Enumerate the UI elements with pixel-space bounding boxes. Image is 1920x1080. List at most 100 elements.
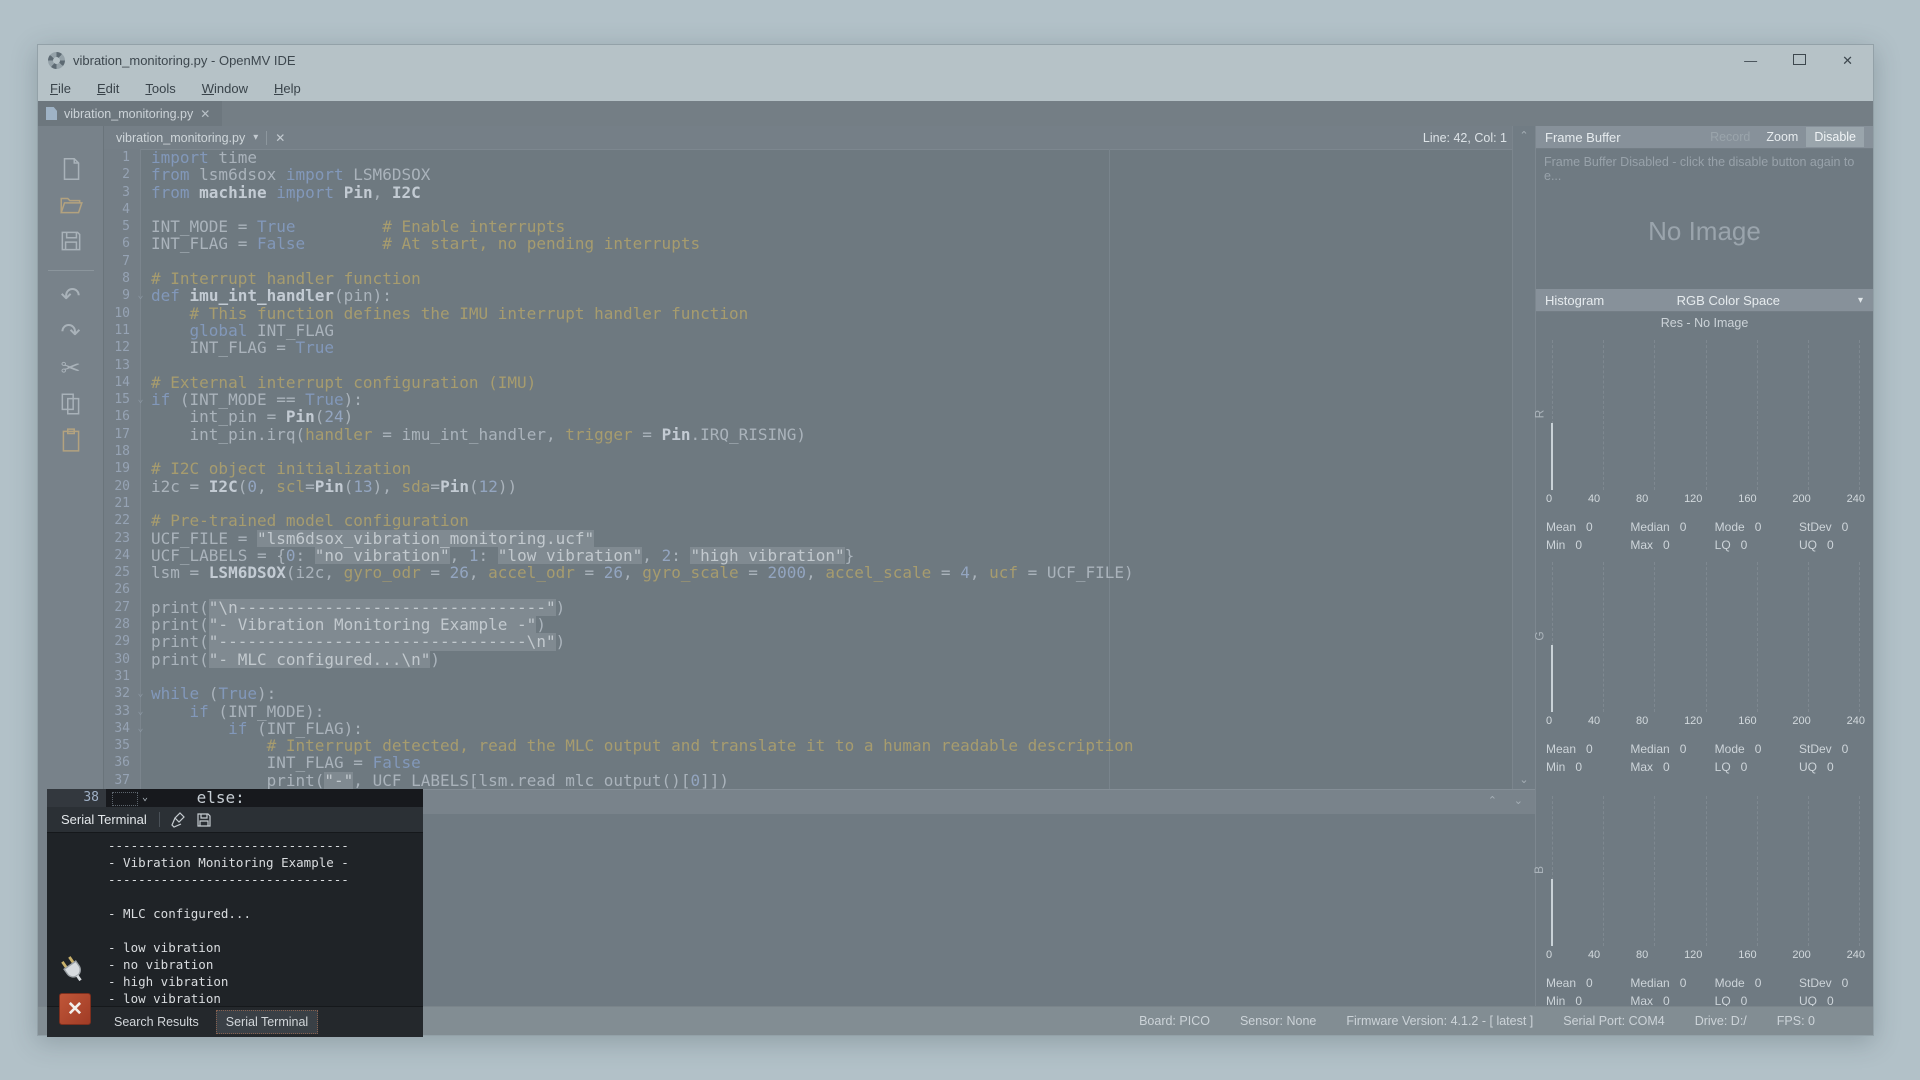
title-bar: vibration_monitoring.py - OpenMV IDE — ✕ <box>38 45 1873 76</box>
code-token: ), <box>373 478 402 495</box>
terminal-line: - MLC configured... <box>108 905 423 922</box>
chevron-down-icon[interactable]: ▾ <box>253 132 258 143</box>
output-tab-search-results[interactable]: Search Results <box>105 1011 208 1033</box>
code-token <box>267 184 277 201</box>
frame-buffer-title: Frame Buffer <box>1545 130 1621 145</box>
save-button[interactable] <box>55 226 87 256</box>
panel-collapse-up-icon[interactable]: ⌃ <box>1488 794 1497 807</box>
gridline <box>1808 562 1809 712</box>
redo-button[interactable]: ↷ <box>55 317 87 347</box>
axis-label-b: B <box>1532 866 1546 874</box>
terminal-line: - low vibration <box>108 990 423 1007</box>
histogram-stats-row: Mean0Median0Mode0StDev0 <box>1546 520 1863 534</box>
terminal-line: - high vibration <box>108 973 423 990</box>
panel-collapse-down-icon[interactable]: ⌄ <box>1514 794 1523 807</box>
line-number: 30 <box>104 651 130 668</box>
fold-spacer <box>130 651 151 668</box>
cut-button[interactable]: ✂ <box>55 353 87 383</box>
code-token: ( <box>344 478 354 495</box>
editor-tab-close-icon[interactable]: ✕ <box>275 131 285 145</box>
code-line: 9⌄def imu_int_handler(pin): <box>104 287 1513 304</box>
copy-button[interactable] <box>55 389 87 419</box>
code-token: Pin <box>662 426 691 443</box>
menubar: File Edit Tools Window Help <box>38 76 1873 102</box>
code-line: 32⌄while (True): <box>104 685 1513 702</box>
code-token: ) <box>536 616 546 633</box>
code-area[interactable]: 1import time2from lsm6dsox import LSM6DS… <box>104 149 1513 789</box>
minimize-button[interactable]: — <box>1744 54 1757 67</box>
open-file-button[interactable] <box>55 190 87 220</box>
clear-terminal-icon[interactable] <box>170 812 186 828</box>
scroll-up-icon[interactable]: ⌃ <box>1513 129 1535 142</box>
code-line: 33⌄ if (INT_MODE): <box>104 703 1513 720</box>
color-space-select[interactable]: RGB Color Space <box>1677 293 1780 308</box>
status-item: Drive: D:/ <box>1695 1014 1747 1028</box>
zoom-button[interactable]: Zoom <box>1758 127 1806 147</box>
scroll-down-icon[interactable]: ⌄ <box>1513 773 1535 786</box>
document-tab[interactable]: vibration_monitoring.py ✕ <box>38 101 222 126</box>
menu-item-file[interactable]: File <box>50 81 71 96</box>
record-button[interactable]: Record <box>1702 127 1758 147</box>
code-token: = <box>739 564 768 581</box>
open-folder-icon <box>58 192 84 218</box>
line-number: 17 <box>104 426 130 443</box>
save-log-icon[interactable] <box>196 812 212 828</box>
fold-spacer <box>130 184 151 201</box>
histogram-plot: G <box>1542 560 1865 712</box>
line-number: 13 <box>104 357 130 374</box>
code-token: UCF_FILE = <box>151 530 257 547</box>
menu-item-help[interactable]: Help <box>274 81 301 96</box>
serial-terminal-output[interactable]: --------------------------------- Vibrat… <box>47 832 423 1007</box>
stat-pair: Mean0 <box>1546 520 1610 534</box>
new-file-button[interactable] <box>55 154 87 184</box>
disconnect-button[interactable]: ✕ <box>59 993 91 1025</box>
tick-label: 160 <box>1738 715 1756 727</box>
line-number: 11 <box>104 322 130 339</box>
code-token: # I2C object initialization <box>151 460 411 477</box>
editor-file-tab[interactable]: vibration_monitoring.py ▾ ✕ <box>104 131 293 145</box>
fold-chevron-icon[interactable]: ⌄ <box>130 685 151 702</box>
undo-icon: ↶ <box>60 282 80 311</box>
stat-pair: LQ0 <box>1715 760 1779 774</box>
gridline <box>1706 340 1707 490</box>
code-token: import <box>286 166 344 183</box>
tab-close-icon[interactable]: ✕ <box>200 107 210 121</box>
fold-chevron-icon[interactable]: ⌄ <box>142 789 148 807</box>
menu-item-window[interactable]: Window <box>202 81 248 96</box>
output-tab-serial-terminal[interactable]: Serial Terminal <box>216 1010 318 1034</box>
code-token: LSM6DSOX <box>209 564 286 581</box>
fold-chevron-icon[interactable]: ⌄ <box>130 391 151 408</box>
grid-area <box>1552 796 1859 946</box>
tick-label: 120 <box>1684 715 1702 727</box>
code-token: # At start, no pending interrupts <box>382 235 700 252</box>
close-button[interactable]: ✕ <box>1842 54 1853 67</box>
code-token: ( <box>238 478 248 495</box>
paste-icon <box>58 427 84 453</box>
code-line: 27print("\n-----------------------------… <box>104 599 1513 616</box>
disable-button[interactable]: Disable <box>1806 127 1864 147</box>
code-token: ucf <box>989 564 1018 581</box>
line-number: 4 <box>104 201 130 218</box>
undo-button[interactable]: ↶ <box>55 281 87 311</box>
document-tab-bar: vibration_monitoring.py ✕ <box>38 101 1873 126</box>
chevron-down-icon[interactable]: ▾ <box>1858 295 1863 306</box>
menu-item-tools[interactable]: Tools <box>145 81 175 96</box>
line-number: 5 <box>104 218 130 235</box>
frame-buffer-notice: Frame Buffer Disabled - click the disabl… <box>1544 155 1873 183</box>
maximize-button[interactable] <box>1793 54 1806 67</box>
fold-chevron-icon[interactable]: ⌄ <box>130 287 151 304</box>
paste-button[interactable] <box>55 425 87 455</box>
code-line: 18 <box>104 443 1513 460</box>
code-token: print( <box>151 772 324 789</box>
stat-pair: Median0 <box>1630 976 1694 990</box>
fold-chevron-icon[interactable]: ⌄ <box>130 703 151 720</box>
fold-chevron-icon[interactable]: ⌄ <box>130 720 151 737</box>
gridline <box>1654 562 1655 712</box>
tick-label: 40 <box>1588 715 1600 727</box>
tick-label: 40 <box>1588 493 1600 505</box>
histogram-chart-r: R04080120160200240Mean0Median0Mode0StDev… <box>1536 338 1873 554</box>
editor-scrollbar[interactable]: ⌃ ⌄ <box>1512 126 1535 789</box>
code-token: : <box>296 547 315 564</box>
menu-item-edit[interactable]: Edit <box>97 81 119 96</box>
code-line: 2from lsm6dsox import LSM6DSOX <box>104 166 1513 183</box>
